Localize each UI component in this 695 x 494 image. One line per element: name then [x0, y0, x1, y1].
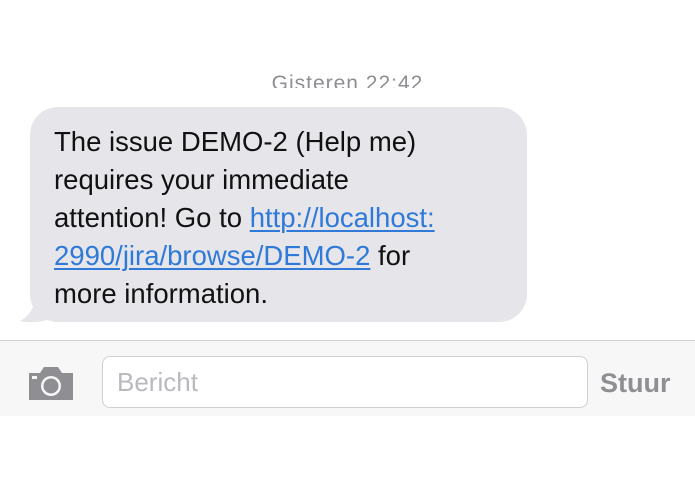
message-line-3: attention! Go to http://localhost: [54, 199, 507, 237]
message-line-1: The issue DEMO-2 (Help me) [54, 123, 507, 161]
message-text-segment: The issue DEMO-2 (Help me) [54, 126, 417, 157]
message-input[interactable] [102, 356, 588, 408]
send-button[interactable]: Stuur [600, 363, 671, 403]
timestamp-header: Gisteren 22:42 [0, 58, 695, 88]
jira-issue-link-part-1[interactable]: http://localhost: [250, 202, 435, 233]
message-line-2: requires your immediate [54, 161, 507, 199]
message-text-segment: more information. [54, 278, 268, 309]
camera-icon [29, 367, 73, 400]
message-composer-bar: Stuur [0, 340, 695, 416]
messages-screen: Gisteren 22:42 The issue DEMO-2 (Help me… [0, 0, 695, 494]
message-line-5: more information. [54, 275, 507, 313]
jira-issue-link-part-2[interactable]: 2990/jira/browse/DEMO-2 [54, 240, 370, 271]
timestamp-text: Gisteren 22:42 [271, 72, 424, 88]
message-text-segment: for [370, 240, 411, 271]
message-text-segment: requires your immediate [54, 164, 349, 195]
message-text-segment: attention! Go to [54, 202, 250, 233]
camera-button[interactable] [26, 363, 76, 403]
message-line-4: 2990/jira/browse/DEMO-2 for [54, 237, 507, 275]
received-message-bubble: The issue DEMO-2 (Help me) requires your… [30, 107, 527, 322]
